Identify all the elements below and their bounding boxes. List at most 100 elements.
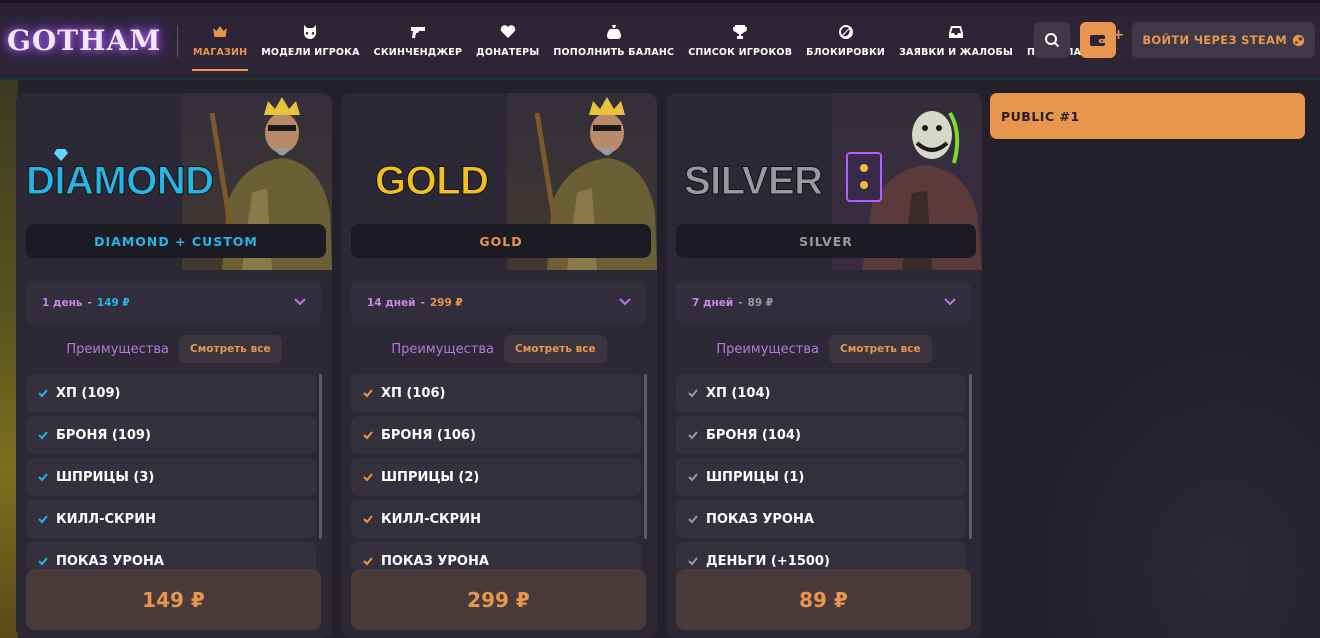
buy-button[interactable]: 299 ₽ (351, 569, 646, 630)
check-icon (363, 556, 373, 566)
feature-label: БРОНЯ (109) (56, 427, 151, 443)
nav-label: МОДЕЛИ ИГРОКА (261, 47, 360, 58)
feature-item: ШПРИЦЫ (2) (351, 458, 641, 496)
check-icon (688, 514, 698, 524)
nav-item-player-models[interactable]: МОДЕЛИ ИГРОКА (254, 3, 366, 78)
feature-list[interactable]: ХП (106) БРОНЯ (106) ШПРИЦЫ (2) КИЛЛ-СКР… (351, 374, 641, 569)
feature-item: КИЛЛ-СКРИН (26, 500, 316, 538)
feature-list-scrollbar[interactable] (969, 374, 972, 539)
feature-list[interactable]: ХП (109) БРОНЯ (109) ШПРИЦЫ (3) КИЛЛ-СКР… (26, 374, 316, 569)
view-all-button[interactable]: Смотреть все (503, 335, 607, 363)
check-icon (38, 472, 48, 482)
feature-item: ШПРИЦЫ (3) (26, 458, 316, 496)
feature-item: БРОНЯ (104) (676, 416, 966, 454)
chevron-down-icon (944, 298, 956, 306)
logo-divider (177, 24, 178, 57)
check-icon (38, 556, 48, 566)
period-dash: - (738, 296, 743, 309)
main-nav: МАГАЗИН МОДЕЛИ ИГРОКА СКИНЧЕНДЖЕР ДОНАТЕ… (186, 3, 1088, 78)
plan-name: SILVER (676, 224, 976, 258)
feature-item: ПОКАЗ УРОНА (676, 500, 966, 538)
feature-label: БРОНЯ (106) (381, 427, 476, 443)
check-icon (363, 388, 373, 398)
steam-login-button[interactable]: ВОЙТИ ЧЕРЕЗ STEAM (1132, 22, 1315, 58)
vip-card-gold: GOLD GOLD 14 дней - 299 ₽ Преимущества С… (341, 93, 657, 638)
feature-label: ШПРИЦЫ (2) (381, 469, 480, 485)
feature-item: КИЛЛ-СКРИН (351, 500, 641, 538)
nav-item-donators[interactable]: ДОНАТЕРЫ (469, 3, 546, 78)
crown-icon (211, 23, 229, 41)
buy-button[interactable]: 149 ₽ (26, 569, 321, 630)
feature-item: БРОНЯ (106) (351, 416, 641, 454)
feature-list-scrollbar[interactable] (644, 374, 647, 539)
gun-icon (409, 23, 427, 41)
check-icon (688, 388, 698, 398)
period-select[interactable]: 7 дней - 89 ₽ (676, 281, 971, 324)
card-banner: GOLD GOLD (341, 93, 657, 270)
trophy-icon (731, 23, 749, 41)
vip-card-silver: SILVER SILVER 7 дней - 89 ₽ Преимущества… (666, 93, 982, 638)
period-price: 149 ₽ (96, 296, 130, 309)
feature-label: ПОКАЗ УРОНА (381, 553, 489, 569)
advantages-label: Преимущества (391, 341, 494, 357)
background-art-right (1000, 300, 1320, 638)
nav-item-reports[interactable]: ЗАЯВКИ И ЖАЛОБЫ (892, 3, 1020, 78)
period-dash: - (87, 296, 92, 309)
check-icon (38, 388, 48, 398)
feature-item: ПОКАЗ УРОНА (26, 542, 316, 569)
feature-label: ПОКАЗ УРОНА (706, 511, 814, 527)
ban-icon (837, 23, 855, 41)
nav-item-top-up[interactable]: ПОПОЛНИТЬ БАЛАНС (546, 3, 681, 78)
plan-name: DIAMOND + CUSTOM (26, 224, 326, 258)
view-all-button[interactable]: Смотреть все (178, 335, 282, 363)
steam-login-label: ВОЙТИ ЧЕРЕЗ STEAM (1142, 33, 1287, 47)
advantages-row: Преимущества Смотреть все (16, 335, 332, 363)
nav-item-bans[interactable]: БЛОКИРОВКИ (799, 3, 892, 78)
inbox-icon (947, 23, 965, 41)
nav-item-skinchanger[interactable]: СКИНЧЕНДЖЕР (367, 3, 470, 78)
chevron-down-icon (619, 298, 631, 306)
site-logo[interactable]: GOTHAM (7, 24, 169, 57)
nav-item-shop[interactable]: МАГАЗИН (186, 3, 254, 78)
vip-card-diamond: DIAMOND DIAMOND + CUSTOM 1 день - 149 ₽ … (16, 93, 332, 638)
nav-label: ЗАЯВКИ И ЖАЛОБЫ (899, 47, 1014, 58)
nav-label: БЛОКИРОВКИ (806, 47, 886, 58)
period-price: 299 ₽ (429, 296, 463, 309)
view-all-button[interactable]: Смотреть все (828, 335, 932, 363)
feature-item: ПОКАЗ УРОНА (351, 542, 641, 569)
search-button[interactable] (1034, 22, 1071, 58)
check-icon (363, 514, 373, 524)
nav-label: СПИСОК ИГРОКОВ (688, 47, 793, 58)
feature-label: ШПРИЦЫ (3) (56, 469, 155, 485)
period-days: 7 дней (692, 296, 734, 309)
feature-label: ДЕНЬГИ (+1500) (706, 553, 830, 569)
card-title: SILVER (684, 159, 824, 204)
period-days: 1 день (42, 296, 83, 309)
feature-list-scrollbar[interactable] (319, 374, 322, 539)
check-icon (38, 514, 48, 524)
period-select[interactable]: 14 дней - 299 ₽ (351, 281, 646, 324)
feature-label: КИЛЛ-СКРИН (381, 511, 481, 527)
period-select[interactable]: 1 день - 149 ₽ (26, 281, 321, 324)
plan-name: GOLD (351, 224, 651, 258)
feature-label: ХП (106) (381, 385, 446, 401)
heart-pulse-icon (499, 23, 517, 41)
wallet-button[interactable]: + (1080, 22, 1124, 58)
mask-icon (301, 23, 319, 41)
period-dash: - (420, 296, 425, 309)
feature-item: ХП (109) (26, 374, 316, 412)
feature-item: ДЕНЬГИ (+1500) (676, 542, 966, 569)
feature-list[interactable]: ХП (104) БРОНЯ (104) ШПРИЦЫ (1) ПОКАЗ УР… (676, 374, 966, 569)
feature-item: ШПРИЦЫ (1) (676, 458, 966, 496)
money-bag-icon (605, 23, 623, 41)
nav-label: ПОПОЛНИТЬ БАЛАНС (553, 47, 675, 58)
server-select-public-1[interactable]: PUBLIC #1 (990, 93, 1305, 139)
feature-label: КИЛЛ-СКРИН (56, 511, 156, 527)
check-icon (363, 430, 373, 440)
buy-button[interactable]: 89 ₽ (676, 569, 971, 630)
card-banner: DIAMOND DIAMOND + CUSTOM (16, 93, 332, 270)
nav-item-player-list[interactable]: СПИСОК ИГРОКОВ (681, 3, 799, 78)
wallet-icon (1090, 35, 1107, 46)
period-days: 14 дней (367, 296, 416, 309)
add-funds-icon: + (1112, 27, 1125, 43)
